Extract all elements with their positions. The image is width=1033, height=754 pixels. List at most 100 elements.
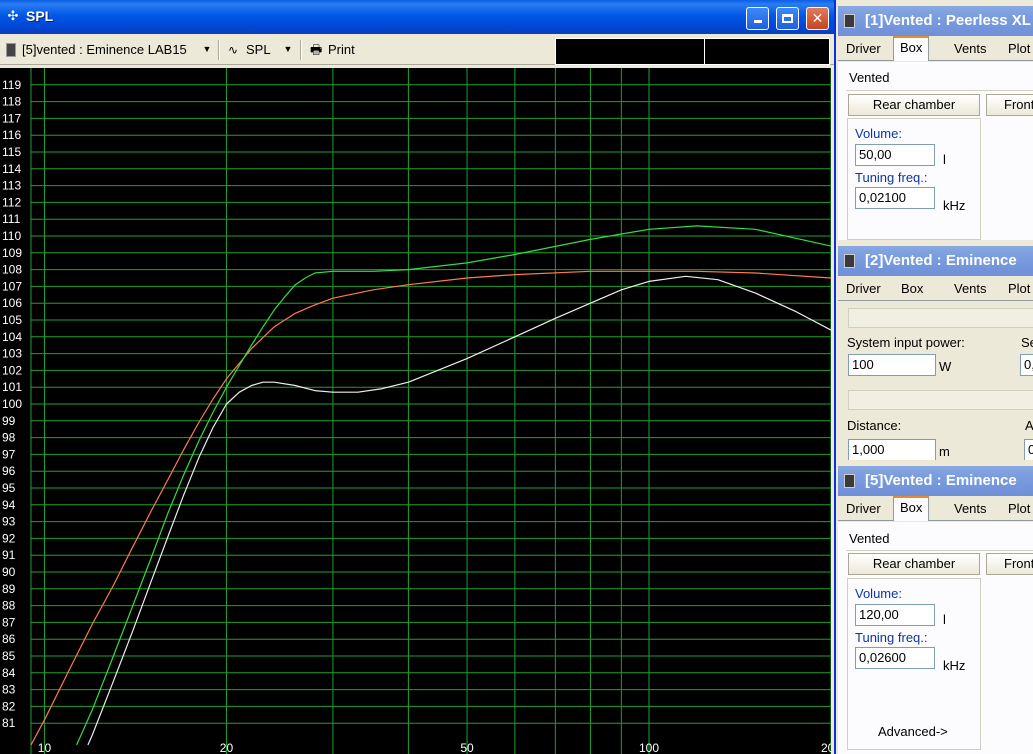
y-tick-label: 89 [2,582,16,596]
window-title: SPL [26,8,54,24]
readout-box-2 [704,38,830,65]
right-input-1[interactable]: 0, [1020,354,1033,376]
y-tick-label: 108 [2,263,22,277]
tuning-unit: kHz [943,198,966,213]
tab-plot[interactable]: Plot [1002,279,1033,300]
tab-vents[interactable]: Vents [948,499,993,520]
volume-unit: l [943,152,946,167]
print-button[interactable]: Print [328,41,355,59]
y-tick-label: 92 [2,531,16,545]
y-tick-label: 87 [2,615,16,629]
power-input[interactable]: 100 [848,354,936,376]
tab-vents[interactable]: Vents [948,279,993,300]
y-tick-label: 91 [2,548,16,562]
panel-2-titlebar[interactable]: [2]Vented : Eminence [838,246,1033,276]
y-tick-label: 85 [2,649,16,663]
separator [848,390,1033,410]
y-tick-label: 97 [2,447,16,461]
curve-dropdown-icon[interactable]: ▼ [281,41,295,57]
close-button[interactable]: ✕ [806,7,829,30]
tuning-input[interactable]: 0,02100 [855,187,935,209]
grid [30,68,831,754]
panel-1-titlebar[interactable]: [1]Vented : Peerless XL [838,6,1033,36]
volume-label: Volume: [855,586,902,601]
panel-1-title: [1]Vented : Peerless XL [865,12,1031,29]
y-tick-label: 99 [2,414,16,428]
print-icon: 🖶 [310,42,323,57]
y-tick-label: 117 [2,111,21,125]
tab-plot[interactable]: Plot [1002,499,1033,520]
y-tick-label: 106 [2,296,22,310]
panel-2-tabs: Driver Box Vents Plot [838,276,1033,301]
panel-2-body: System input power: Se 100 W 0, Distance… [838,302,1033,460]
panel-2: [2]Vented : Eminence Driver Box Vents Pl… [838,244,1033,460]
tab-driver[interactable]: Driver [840,279,887,300]
tab-vents[interactable]: Vents [948,39,993,60]
rear-chamber-button[interactable]: Rear chamber [848,94,980,116]
tab-plot[interactable]: Plot [1002,39,1033,60]
y-tick-label: 81 [2,716,16,730]
tab-box[interactable]: Box [893,496,930,521]
front-button[interactable]: Front [986,553,1033,575]
panel-1: [1]Vented : Peerless XL Driver Box Vents… [838,0,1033,240]
toolbar-separator [218,40,220,60]
x-tick-label: 50 [460,741,474,754]
volume-label: Volume: [855,126,902,141]
y-tick-label: 111 [2,212,21,226]
tab-driver[interactable]: Driver [840,499,887,520]
y-tick-label: 105 [2,313,22,327]
close-icon: ✕ [811,10,824,26]
minimize-button[interactable] [746,7,769,30]
app-icon: ✣ [7,8,19,23]
project-selector[interactable]: [5]vented : Eminence LAB15 [22,41,187,59]
spl-curve-3 [87,275,831,746]
y-tick-label: 116 [2,128,21,142]
y-tick-label: 107 [2,279,22,293]
panel-1-tabs: Driver Box Vents Plot [838,36,1033,61]
x-tick-label: 200 [821,741,831,754]
y-tick-label: 118 [2,95,21,109]
front-button[interactable]: Front [986,94,1033,116]
separator [848,308,1033,328]
y-tick-label: 102 [2,363,22,377]
distance-input[interactable]: 1,000 [848,439,936,460]
y-tick-label: 90 [2,565,16,579]
toolbar-separator [300,40,302,60]
y-tick-label: 84 [2,666,16,680]
right-label-2: A [1025,418,1033,433]
y-tick-label: 119 [2,78,21,92]
curve-mode-selector[interactable]: SPL [246,41,271,59]
y-tick-label: 82 [2,699,16,713]
y-tick-label: 88 [2,599,16,613]
spl-curve-2 [76,225,831,746]
spl-curve-1 [30,270,831,746]
power-unit: W [939,359,952,374]
advanced-button[interactable]: Advanced-> [878,724,948,739]
spl-chart: 81 82 83 84 85 86 87 88 89 90 91 92 93 94 95 96 97 98 99 10… [2,68,831,754]
volume-input[interactable]: 50,00 [855,144,935,166]
y-tick-label: 109 [2,246,22,260]
box-type-label: Vented [849,70,890,85]
y-tick-label: 100 [2,397,22,411]
right-input-2[interactable]: 0 [1024,439,1033,460]
y-tick-label: 103 [2,347,22,361]
panel-2-title: [2]Vented : Eminence [865,252,1017,269]
tab-box[interactable]: Box [895,279,929,300]
tab-box[interactable]: Box [893,36,930,61]
tuning-input[interactable]: 0,02600 [855,647,935,669]
y-tick-label: 93 [2,515,16,529]
y-tick-label: 114 [2,162,21,176]
right-label-1: Se [1021,335,1033,350]
distance-unit: m [939,444,950,459]
spl-titlebar[interactable]: ✣ SPL ✕ [0,0,834,34]
spl-window: ✣ SPL ✕ [5]vented : Eminence LAB15 ▼ ∿ S… [0,0,836,754]
spl-plot[interactable]: 81 82 83 84 85 86 87 88 89 90 91 92 93 94 95 96 97 98 99 10… [0,68,831,754]
y-tick-label: 110 [2,229,21,243]
selector-dropdown-icon[interactable]: ▼ [200,41,214,57]
panel-3-titlebar[interactable]: [5]Vented : Eminence [838,466,1033,496]
volume-input[interactable]: 120,00 [855,604,935,626]
maximize-button[interactable] [776,7,799,30]
rear-chamber-button[interactable]: Rear chamber [848,553,980,575]
panel-icon [844,254,855,268]
tab-driver[interactable]: Driver [840,39,887,60]
